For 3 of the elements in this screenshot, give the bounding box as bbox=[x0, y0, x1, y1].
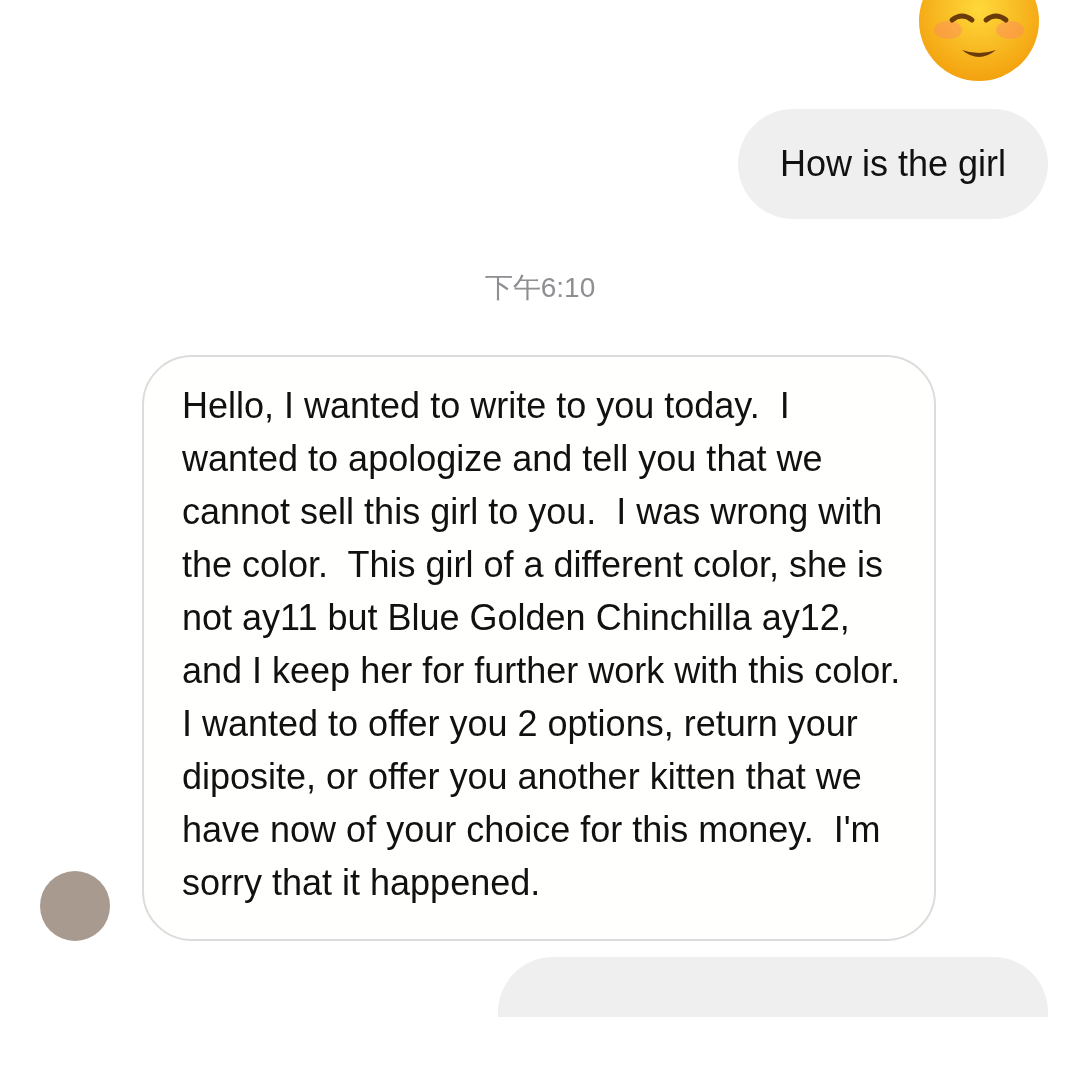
message-bubble: Hello, I wanted to write to you today. I wanted to apologize and tell you that we cannot sell this girl to you. I was wrong with the color. This girl of a different color, she is not ay11 but Blue Golden Chinchilla ay12, and I keep her for further work with this color. I wanted to offer you 2 options, return your diposite, or offer you another kitten that we have now of your choice for this money. I'm sorry that it happened. bbox=[142, 355, 936, 941]
timestamp: 下午6:10 bbox=[484, 271, 596, 305]
message-bubble: How is the girl bbox=[737, 109, 1048, 219]
